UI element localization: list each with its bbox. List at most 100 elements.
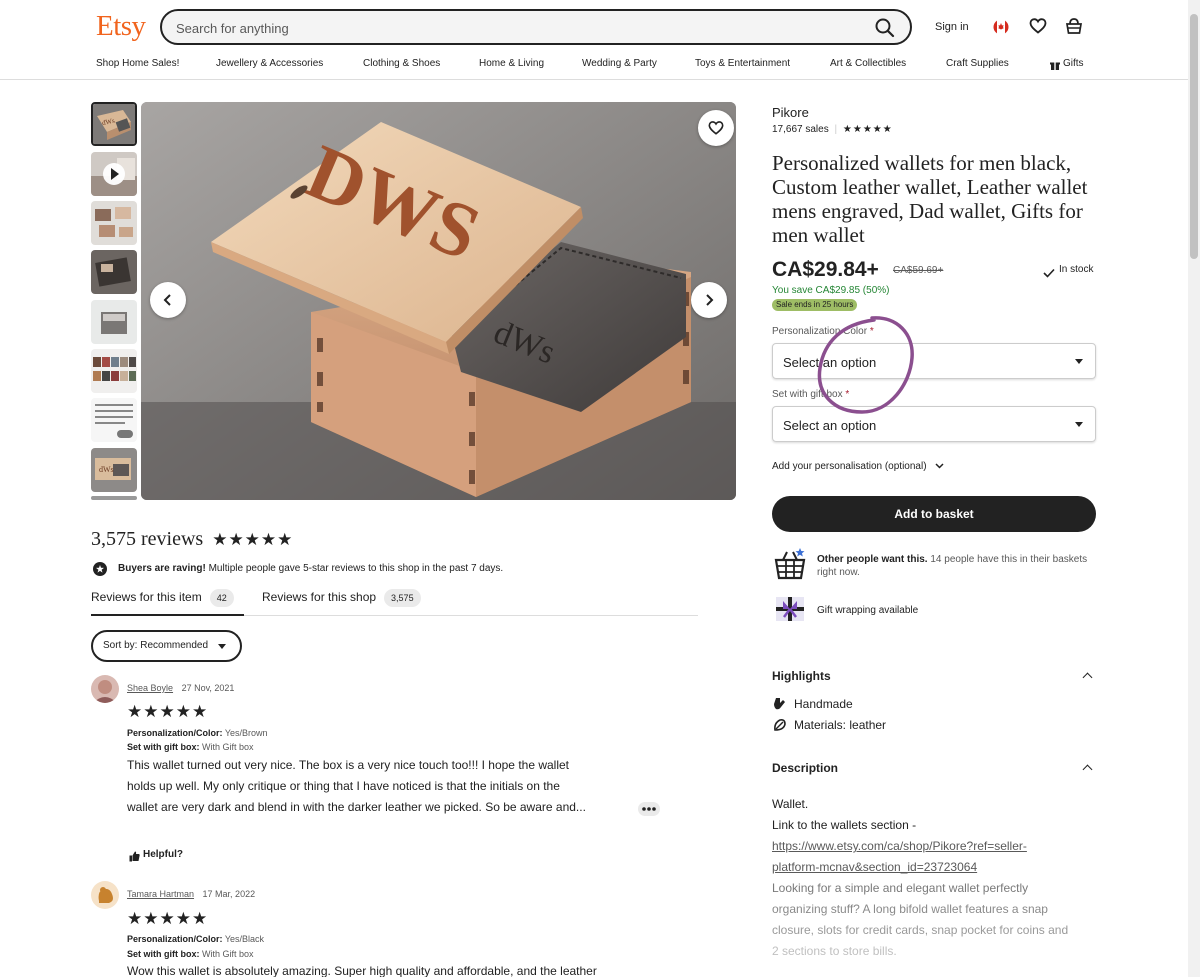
wallets-section-link-cont[interactable]: platform-mcnav&section_id=23723064 [772,857,977,878]
more-options-icon[interactable] [638,802,660,816]
thumbnail-5[interactable] [91,300,137,344]
prev-image-button[interactable] [150,282,186,318]
main-product-image[interactable]: dWs DWS [141,102,736,500]
review-date: 27 Nov, 2021 [181,683,235,693]
chevron-down-icon [935,463,944,469]
reviewer-name-link[interactable]: Shea Boyle [127,683,173,693]
chevron-up-icon[interactable] [1082,764,1093,775]
shop-rating-stars: ★★★★★ [842,124,893,135]
sort-label: Sort by: Recommended [103,640,209,651]
option-value: With Gift box [199,742,254,752]
shop-sales: 17,667 sales | ★★★★★ [772,124,893,135]
nav-craft[interactable]: Craft Supplies [946,58,1009,69]
description-heading[interactable]: Description [772,761,838,775]
raving-bold: Buyers are raving! [118,563,206,574]
tab-reviews-shop[interactable]: Reviews for this shop 3,575 [262,589,421,607]
tab-reviews-item[interactable]: Reviews for this item 42 [91,589,234,607]
reviewer-name-link[interactable]: Tamara Hartman [127,889,194,899]
review-text-line: This wallet turned out very nice. The bo… [127,758,570,772]
sort-dropdown[interactable]: Sort by: Recommended [91,630,242,662]
description-line: Looking for a simple and elegant wallet … [772,881,1029,895]
option-value: With Gift box [199,949,254,959]
thumbs-up-icon[interactable] [129,849,140,867]
review-stars: ★★★★★ [127,702,209,722]
option-value: Yes/Brown [222,728,268,738]
option-label: Set with gift box: [127,742,200,752]
basket-icon[interactable] [1065,17,1083,40]
tab-count: 3,575 [384,589,421,607]
add-personalisation-toggle[interactable]: Add your personalisation (optional) [772,461,944,472]
avatar[interactable] [91,675,119,703]
listing-title: Personalized wallets for men black, Cust… [772,151,1088,247]
review-option: Set with gift box: With Gift box [127,742,254,752]
buyers-raving-notice: Buyers are raving! Multiple people gave … [118,563,503,574]
add-to-basket-button[interactable]: Add to basket [772,496,1096,532]
thumbnail-7[interactable] [91,398,137,442]
tab-count: 42 [209,589,234,607]
tab-label: Reviews for this shop [262,590,377,605]
review-option: Personalization/Color: Yes/Brown [127,728,268,738]
nav-art[interactable]: Art & Collectibles [830,58,906,69]
review-meta: Tamara Hartman 17 Mar, 2022 [127,889,255,899]
thumbnail-4[interactable] [91,250,137,294]
chevron-up-icon[interactable] [1082,672,1093,683]
caret-down-icon [218,644,226,649]
description-line: 2 sections to store bills. [772,944,897,958]
thumbnail-video[interactable] [91,152,137,196]
option-label: Personalization/Color: [127,728,223,738]
shop-name-link[interactable]: Pikore [772,105,809,120]
thumbnail-1[interactable]: dWs [91,102,137,146]
personalisation-label: Add your personalisation (optional) [772,461,927,472]
scrollbar-thumb[interactable] [1190,14,1198,259]
wallets-section-link[interactable]: https://www.etsy.com/ca/shop/Pikore?ref=… [772,836,1027,857]
search-bar [160,9,912,45]
svg-text:dWs: dWs [99,465,114,474]
nav-wedding[interactable]: Wedding & Party [582,58,657,69]
savings-text: You save CA$29.85 (50%) [772,285,890,296]
link-line-2[interactable]: platform-mcnav&section_id=23723064 [772,860,977,874]
checkmark-icon [1043,265,1055,283]
materials-icon [773,718,787,737]
nav-shop-home-sales[interactable]: Shop Home Sales! [96,58,179,69]
canada-flag-icon[interactable] [993,19,1009,40]
sign-in-link[interactable]: Sign in [935,21,969,33]
highlight-materials: Materials: leather [794,718,887,732]
reviews-stars: ★★★★★ [212,530,294,550]
option-label: Personalization/Color: [127,934,223,944]
reviews-heading: 3,575 reviews ★★★★★ [91,528,293,551]
link-line-1[interactable]: https://www.etsy.com/ca/shop/Pikore?ref=… [772,839,1027,853]
description-line: Link to the wallets section - [772,818,917,832]
search-input[interactable] [176,18,856,38]
gift-wrap-text: Gift wrapping available [817,605,919,616]
thumbnail-6-colors[interactable] [91,349,137,393]
annotation-circle [812,312,920,423]
page-scrollbar[interactable] [1188,0,1200,977]
etsy-logo[interactable]: Etsy [96,10,146,43]
active-tab-indicator [91,614,244,616]
demand-bold: Other people want this. [817,554,928,565]
next-image-button[interactable] [691,282,727,318]
helpful-button[interactable]: Helpful? [143,849,183,860]
favorite-button[interactable] [698,110,734,146]
review-meta: Shea Boyle 27 Nov, 2021 [127,683,234,693]
thumbnail-8[interactable]: dWs [91,448,137,492]
review-text-line: Wow this wallet is absolutely amazing. S… [127,964,597,977]
favorites-heart-icon[interactable] [1029,17,1047,40]
thumbnail-3[interactable] [91,201,137,245]
nav-home-living[interactable]: Home & Living [479,58,544,69]
caret-down-icon [1075,359,1083,364]
nav-gifts[interactable]: Gifts [1063,58,1084,69]
highlight-handmade: Handmade [794,697,853,711]
handmade-icon [773,697,787,716]
sale-badge: Sale ends in 25 hours [772,299,858,311]
search-icon[interactable] [874,17,896,39]
option-label: Set with gift box: [127,949,200,959]
description-line: closure, slots for credit cards, snap po… [772,923,1069,937]
avatar[interactable] [91,881,119,909]
reviews-count: 3,575 reviews [91,528,204,550]
highlights-heading[interactable]: Highlights [772,669,831,683]
nav-clothing[interactable]: Clothing & Shoes [363,58,440,69]
nav-jewellery[interactable]: Jewellery & Accessories [216,58,323,69]
nav-toys[interactable]: Toys & Entertainment [695,58,790,69]
thumbnail-9[interactable] [91,496,137,500]
